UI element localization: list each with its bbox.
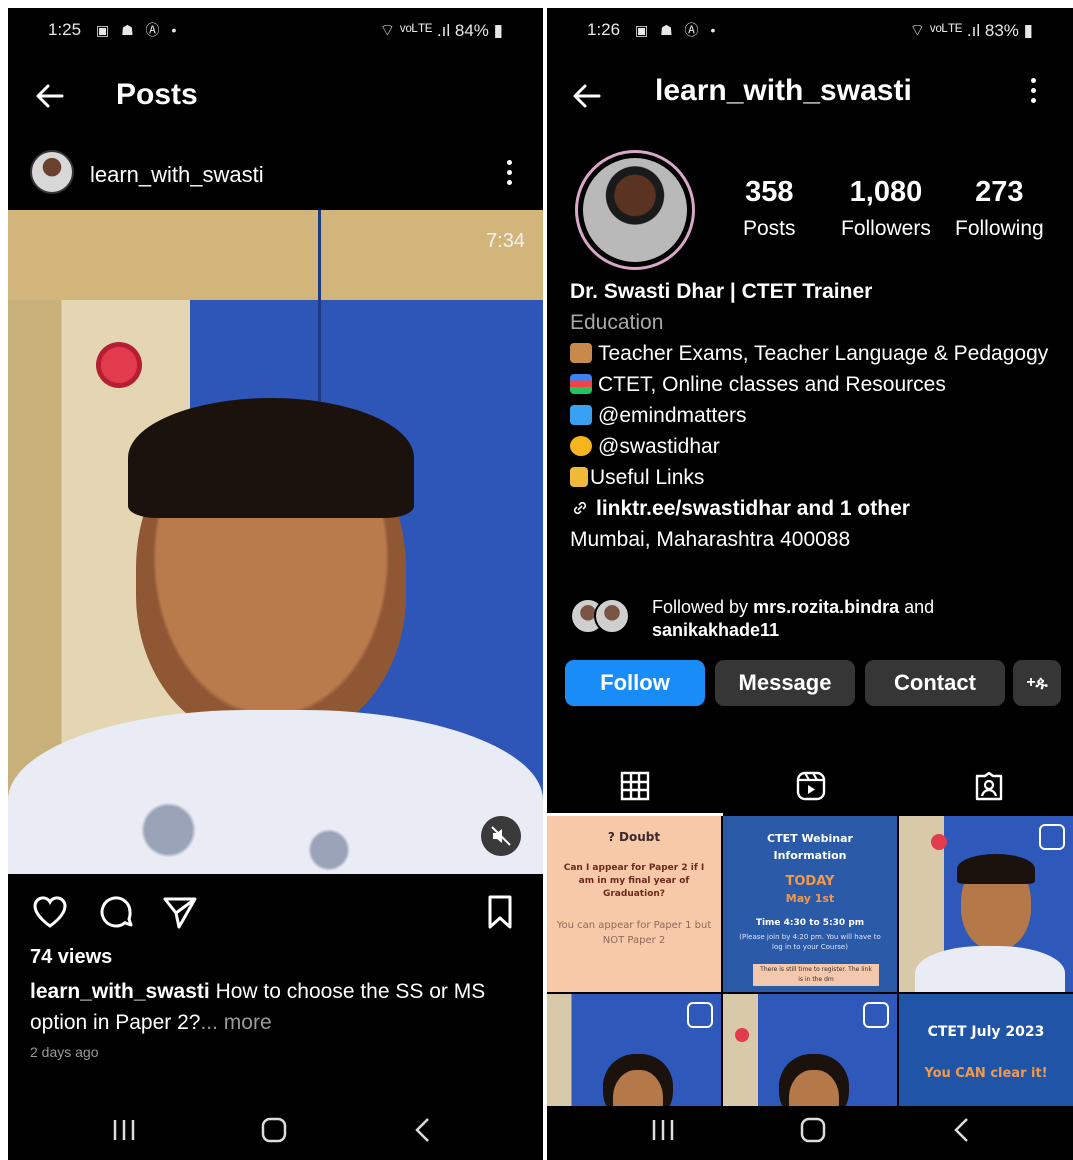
reel-icon bbox=[687, 1002, 713, 1028]
recent-apps-icon[interactable] bbox=[106, 1112, 142, 1148]
reel-icon bbox=[863, 1002, 889, 1028]
grid-post-6[interactable]: CTET July 2023 You CAN clear it! bbox=[899, 994, 1073, 1106]
bio-line-teacher: Teacher Exams, Teacher Language & Pedago… bbox=[570, 338, 1060, 369]
reel-icon bbox=[1039, 824, 1065, 850]
posts-header: Posts bbox=[8, 66, 543, 126]
post-2-title: CTET Webinar Information bbox=[767, 832, 853, 862]
tagged-person-icon bbox=[975, 771, 1003, 801]
back-arrow-icon[interactable] bbox=[32, 78, 68, 114]
message-button[interactable]: Message bbox=[715, 660, 855, 706]
contact-button[interactable]: Contact bbox=[865, 660, 1005, 706]
post-2-note: (Please join by 4:20 pm. You will have t… bbox=[739, 933, 881, 951]
bio-line-mention2: @swastidhar bbox=[570, 431, 1060, 462]
post-actions bbox=[8, 886, 543, 942]
grid-post-5[interactable] bbox=[723, 994, 897, 1106]
more-options-icon[interactable] bbox=[507, 160, 513, 190]
following-count[interactable]: 273 Following bbox=[955, 176, 1044, 241]
followed-by-row[interactable]: Followed by mrs.rozita.bindra and sanika… bbox=[570, 594, 1050, 644]
bio-external-link[interactable]: linktr.ee/swastidhar and 1 other bbox=[570, 493, 1060, 524]
home-icon[interactable] bbox=[795, 1112, 831, 1148]
posts-grid: ? Doubt Can I appear for Paper 2 if I am… bbox=[547, 816, 1073, 1106]
mute-icon[interactable] bbox=[481, 816, 521, 856]
status-indicators: ⌔ ᵛᵒᴸᵀᴱ .ıl 84% ▮ bbox=[379, 21, 503, 40]
post-2-date: May 1st bbox=[785, 892, 835, 905]
post-timestamp: 2 days ago bbox=[30, 1044, 99, 1060]
posts-count[interactable]: 358 Posts bbox=[743, 176, 796, 241]
comment-icon[interactable] bbox=[96, 892, 136, 932]
play-button-emoji-icon bbox=[570, 405, 592, 425]
share-send-icon[interactable] bbox=[160, 892, 200, 932]
post-2-today: TODAY bbox=[785, 874, 835, 889]
more-options-icon[interactable] bbox=[1031, 78, 1037, 108]
profile-header: learn_with_swasti bbox=[547, 66, 1073, 126]
home-icon[interactable] bbox=[256, 1112, 292, 1148]
profile-screen: 1:26 ▣ ☗ Ⓐ • ⌔ ᵛᵒᴸᵀᴱ .ıl 83% ▮ learn_wit… bbox=[547, 8, 1073, 1160]
tab-reels[interactable] bbox=[723, 756, 899, 816]
bio-line-mention1: @emindmatters bbox=[570, 400, 1060, 431]
page-title: Posts bbox=[116, 78, 198, 111]
post-2-time: Time 4:30 to 5:30 pm bbox=[755, 918, 865, 928]
video-duration: 7:34 bbox=[486, 230, 525, 252]
profile-tabs bbox=[547, 756, 1073, 816]
recent-apps-icon[interactable] bbox=[645, 1112, 681, 1148]
grid-post-2[interactable]: CTET Webinar Information TODAY May 1st T… bbox=[723, 816, 897, 992]
more-link[interactable]: ... more bbox=[200, 1011, 271, 1034]
android-nav-bar bbox=[547, 1100, 1073, 1160]
profile-avatar[interactable] bbox=[575, 150, 695, 270]
status-bar: 1:26 ▣ ☗ Ⓐ • ⌔ ᵛᵒᴸᵀᴱ .ıl 83% ▮ bbox=[547, 8, 1073, 52]
post-6-subtitle: You CAN clear it! bbox=[924, 1066, 1048, 1081]
post-1-answer: You can appear for Paper 1 but NOT Paper… bbox=[556, 920, 712, 946]
followers-count[interactable]: 1,080 Followers bbox=[841, 176, 931, 241]
notification-icons: ▣ ☗ Ⓐ • bbox=[635, 22, 720, 38]
save-bookmark-icon[interactable] bbox=[480, 892, 520, 932]
status-time: 1:25 bbox=[48, 20, 82, 39]
bio-line-ctet: CTET, Online classes and Resources bbox=[570, 369, 1060, 400]
android-nav-bar bbox=[8, 1100, 543, 1160]
avatar[interactable] bbox=[30, 150, 74, 194]
nav-back-icon[interactable] bbox=[406, 1112, 442, 1148]
link-icon bbox=[573, 501, 587, 515]
grid-post-4[interactable] bbox=[547, 994, 721, 1106]
followed-by-text: Followed by mrs.rozita.bindra and sanika… bbox=[652, 597, 935, 640]
post-6-title: CTET July 2023 bbox=[927, 1024, 1045, 1040]
pointing-down-emoji-icon bbox=[570, 467, 588, 487]
post-screen: 1:25 ▣ ☗ Ⓐ • ⌔ ᵛᵒᴸᵀᴱ .ıl 84% ▮ Posts lea… bbox=[8, 8, 543, 1160]
grid-post-3[interactable] bbox=[899, 816, 1073, 992]
profile-username-title: learn_with_swasti bbox=[655, 74, 912, 107]
location: Mumbai, Maharashtra 400088 bbox=[570, 528, 851, 551]
notification-icons: ▣ ☗ Ⓐ • bbox=[96, 22, 181, 38]
post-author-row: learn_with_swasti bbox=[8, 148, 543, 208]
grid-icon bbox=[620, 771, 650, 801]
video-player[interactable]: 7:34 bbox=[8, 210, 543, 874]
teacher-emoji-icon bbox=[570, 343, 592, 363]
avatar bbox=[594, 598, 630, 634]
reels-icon bbox=[796, 771, 826, 801]
smile-emoji-icon bbox=[570, 436, 592, 456]
follow-button[interactable]: Follow bbox=[565, 660, 705, 706]
display-name: Dr. Swasti Dhar | CTET Trainer bbox=[570, 280, 873, 303]
suggested-people-button[interactable]: +ዹ bbox=[1013, 660, 1061, 706]
grid-post-1[interactable]: ? Doubt Can I appear for Paper 2 if I am… bbox=[547, 816, 721, 992]
status-time: 1:26 bbox=[587, 20, 621, 39]
caption-username[interactable]: learn_with_swasti bbox=[30, 980, 210, 1003]
status-indicators: ⌔ ᵛᵒᴸᵀᴱ .ıl 83% ▮ bbox=[909, 21, 1033, 40]
flower-decoration bbox=[96, 342, 142, 388]
category-label: Education bbox=[570, 311, 664, 334]
bio-line-links: Useful Links bbox=[570, 462, 1060, 493]
post-caption: learn_with_swasti How to choose the SS o… bbox=[30, 976, 520, 1038]
view-count[interactable]: 74 views bbox=[30, 946, 112, 969]
author-username[interactable]: learn_with_swasti bbox=[90, 162, 264, 188]
profile-bio: Dr. Swasti Dhar | CTET Trainer Education… bbox=[570, 276, 1060, 555]
books-emoji-icon bbox=[570, 374, 592, 394]
nav-back-icon[interactable] bbox=[945, 1112, 981, 1148]
tab-tagged[interactable] bbox=[899, 756, 1073, 816]
post-1-title: ? Doubt bbox=[607, 830, 661, 844]
back-arrow-icon[interactable] bbox=[569, 78, 605, 114]
post-1-question: Can I appear for Paper 2 if I am in my f… bbox=[563, 863, 705, 899]
like-heart-icon[interactable] bbox=[30, 892, 70, 932]
post-2-box: There is still time to register. The lin… bbox=[753, 964, 879, 986]
status-bar: 1:25 ▣ ☗ Ⓐ • ⌔ ᵛᵒᴸᵀᴱ .ıl 84% ▮ bbox=[8, 8, 543, 52]
tab-posts-grid[interactable] bbox=[547, 756, 723, 816]
